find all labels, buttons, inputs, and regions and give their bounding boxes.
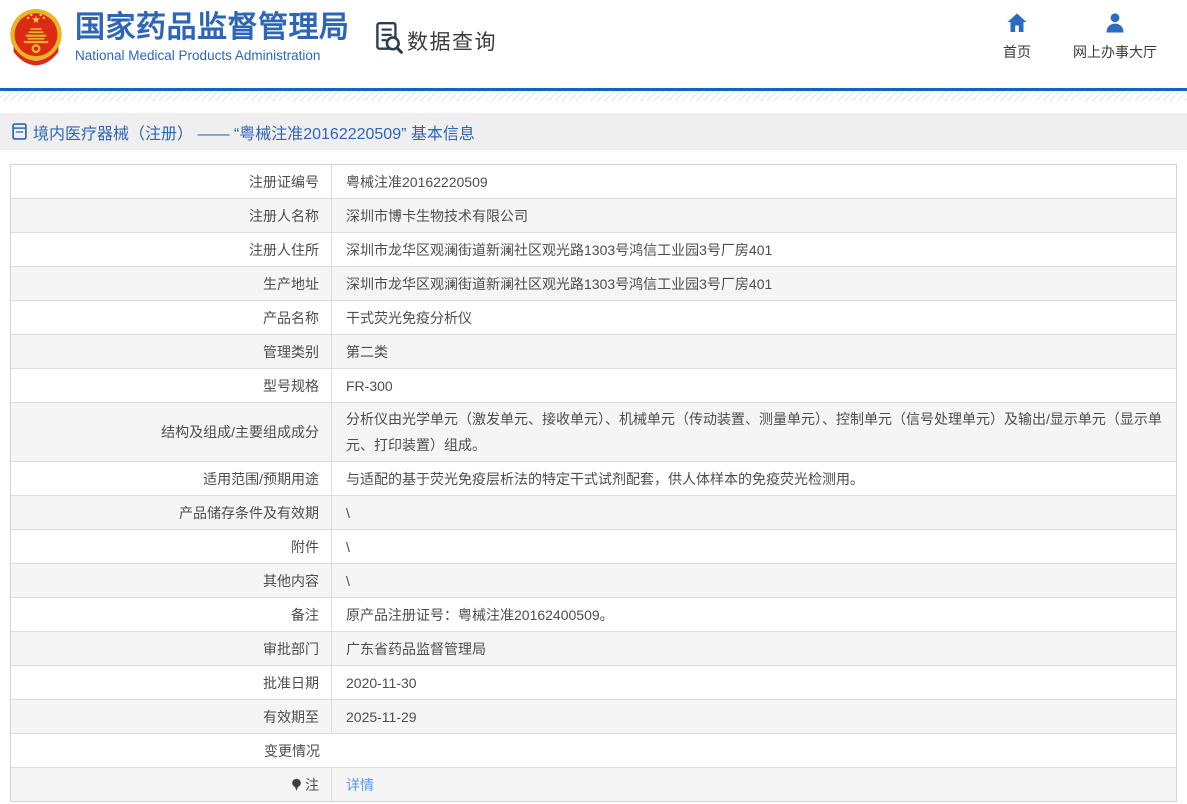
site-subtitle: National Medical Products Administration — [75, 48, 321, 63]
document-icon — [12, 123, 27, 140]
row-label: 结构及组成/主要组成成分 — [11, 403, 332, 461]
table-row: 注册证编号 粤械注准20162220509 — [11, 165, 1176, 199]
data-query-icon — [376, 22, 403, 54]
page: 国家药品监督管理局 National Medical Products Admi… — [0, 0, 1187, 802]
row-label: 审批部门 — [11, 632, 332, 665]
row-value: \ — [346, 538, 350, 555]
row-value: 原产品注册证号：粤械注准20162400509。 — [346, 606, 614, 623]
row-value — [332, 734, 1176, 767]
row-label: 生产地址 — [11, 267, 332, 300]
nav-home[interactable]: 首页 — [1003, 11, 1031, 62]
data-query-label: 数据查询 — [407, 31, 497, 54]
row-value: 深圳市龙华区观澜街道新澜社区观光路1303号鸿信工业园3号厂房401 — [346, 241, 773, 258]
breadcrumb: 境内医疗器械（注册） —— “粤械注准20162220509” 基本信息 — [0, 113, 1187, 150]
row-value: 详情 — [332, 768, 1176, 801]
info-table: 注册证编号 粤械注准20162220509 注册人名称 深圳市博卡生物技术有限公… — [10, 164, 1177, 802]
user-icon — [1106, 13, 1124, 33]
table-row: 有效期至 2025-11-29 — [11, 700, 1176, 734]
row-value: 2025-11-29 — [346, 708, 417, 725]
table-row: 变更情况 — [11, 734, 1176, 768]
table-row: 注册人住所 深圳市龙华区观澜街道新澜社区观光路1303号鸿信工业园3号厂房401 — [11, 233, 1176, 267]
row-value: 广东省药品监督管理局 — [346, 640, 486, 657]
row-label: 注册证编号 — [11, 165, 332, 198]
nav-online-hall-label: 网上办事大厅 — [1073, 44, 1157, 60]
row-value: 干式荧光免疫分析仪 — [346, 309, 472, 326]
table-row: 附件 \ — [11, 530, 1176, 564]
row-label: 注册人住所 — [11, 233, 332, 266]
row-label: 变更情况 — [264, 742, 320, 759]
table-row: 注 详情 — [11, 768, 1176, 801]
site-title: 国家药品监督管理局 — [75, 11, 350, 44]
logo-text: 国家药品监督管理局 National Medical Products Admi… — [75, 11, 350, 63]
row-value: 粤械注准20162220509 — [346, 173, 488, 190]
site-logo[interactable]: 国家药品监督管理局 National Medical Products Admi… — [8, 7, 350, 67]
note-label: 注 — [305, 776, 319, 793]
row-label: 有效期至 — [11, 700, 332, 733]
row-label: 型号规格 — [11, 369, 332, 402]
row-value: 分析仪由光学单元（激发单元、接收单元）、机械单元（传动装置、测量单元）、控制单元… — [346, 411, 1162, 453]
row-label: 附件 — [11, 530, 332, 563]
detail-link[interactable]: 详情 — [346, 772, 374, 798]
table-row: 适用范围/预期用途 与适配的基于荧光免疫层析法的特定干式试剂配套，供人体样本的免… — [11, 462, 1176, 496]
table-row: 注册人名称 深圳市博卡生物技术有限公司 — [11, 199, 1176, 233]
row-value: \ — [346, 504, 350, 521]
row-label: 注 — [11, 768, 332, 801]
table-row: 生产地址 深圳市龙华区观澜街道新澜社区观光路1303号鸿信工业园3号厂房401 — [11, 267, 1176, 301]
nav-home-label: 首页 — [1003, 44, 1031, 60]
row-label: 备注 — [11, 598, 332, 631]
row-label: 注册人名称 — [11, 199, 332, 232]
note-icon — [292, 778, 301, 791]
table-row: 审批部门 广东省药品监督管理局 — [11, 632, 1176, 666]
data-query-section[interactable]: 数据查询 — [372, 20, 497, 56]
home-icon — [1007, 13, 1027, 32]
header-nav: 首页 网上办事大厅 — [1003, 11, 1157, 62]
site-header: 国家药品监督管理局 National Medical Products Admi… — [0, 0, 1187, 88]
row-value: \ — [346, 572, 350, 589]
table-row: 备注 原产品注册证号：粤械注准20162400509。 — [11, 598, 1176, 632]
table-row: 型号规格 FR-300 — [11, 369, 1176, 403]
hatch-band — [0, 91, 1187, 101]
breadcrumb-text: 境内医疗器械（注册） —— “粤械注准20162220509” 基本信息 — [33, 125, 475, 143]
row-value: FR-300 — [346, 377, 393, 394]
row-label: 产品名称 — [11, 301, 332, 334]
national-emblem-icon — [10, 9, 62, 66]
row-label: 适用范围/预期用途 — [11, 462, 332, 495]
row-label: 批准日期 — [11, 666, 332, 699]
row-value: 与适配的基于荧光免疫层析法的特定干式试剂配套，供人体样本的免疫荧光检测用。 — [346, 470, 864, 487]
row-label: 管理类别 — [11, 335, 332, 368]
row-value: 深圳市龙华区观澜街道新澜社区观光路1303号鸿信工业园3号厂房401 — [346, 275, 773, 292]
row-value: 2020-11-30 — [346, 674, 417, 691]
row-value: 第二类 — [346, 343, 388, 360]
row-value: 深圳市博卡生物技术有限公司 — [346, 207, 528, 224]
table-row: 批准日期 2020-11-30 — [11, 666, 1176, 700]
table-row: 产品储存条件及有效期 \ — [11, 496, 1176, 530]
row-label: 产品储存条件及有效期 — [11, 496, 332, 529]
table-row: 结构及组成/主要组成成分 分析仪由光学单元（激发单元、接收单元）、机械单元（传动… — [11, 403, 1176, 462]
table-row: 其他内容 \ — [11, 564, 1176, 598]
table-row: 产品名称 干式荧光免疫分析仪 — [11, 301, 1176, 335]
nav-online-hall[interactable]: 网上办事大厅 — [1073, 11, 1157, 62]
table-row: 管理类别 第二类 — [11, 335, 1176, 369]
row-label: 其他内容 — [11, 564, 332, 597]
